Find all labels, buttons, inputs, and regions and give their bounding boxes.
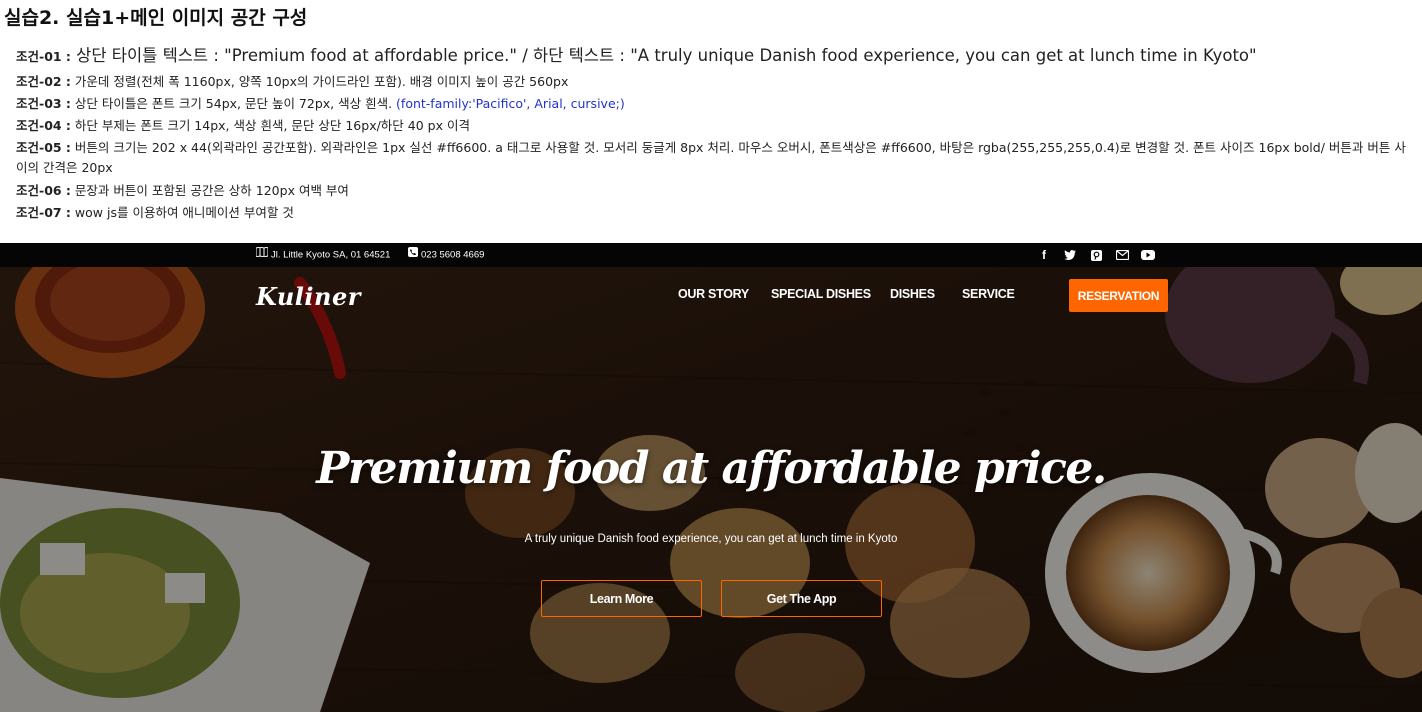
reservation-button[interactable]: RESERVATION — [1069, 279, 1168, 312]
condition-04: 조건-04 : 하단 부제는 폰트 크기 14px, 색상 흰색, 문단 상단 … — [16, 115, 1411, 137]
condition-text: 문장과 버튼이 포함된 공간은 상하 120px 여백 부여 — [70, 183, 349, 198]
address-info: Jl. Little Kyoto SA, 01 64521 — [255, 243, 391, 267]
condition-label: 조건-02 : — [16, 74, 71, 89]
phone-text: 023 5608 4669 — [421, 249, 485, 261]
address-text: Jl. Little Kyoto SA, 01 64521 — [271, 249, 391, 261]
condition-label: 조건-03 : — [16, 96, 71, 111]
hero-subtitle: A truly unique Danish food experience, y… — [524, 533, 898, 545]
social-links: f — [1031, 243, 1161, 267]
youtube-icon[interactable] — [1135, 250, 1161, 260]
condition-label: 조건-06 : — [16, 183, 71, 198]
condition-text: wow js를 이용하여 애니메이션 부여할 것 — [70, 205, 294, 220]
condition-text: 가운데 정렬(전체 폭 1160px, 양쪽 10px의 가이드라인 포함). … — [70, 74, 569, 89]
condition-text: 버튼의 크기는 202 x 44(외곽라인 공간포함). 외곽라인은 1px 실… — [16, 140, 1406, 175]
nav-dishes[interactable]: DISHES — [890, 287, 935, 301]
nav-our-story[interactable]: OUR STORY — [678, 287, 749, 301]
site-logo[interactable]: Kuliner — [256, 282, 361, 311]
condition-text: 상단 타이틀은 폰트 크기 54px, 문단 높이 72px, 색상 흰색. — [70, 96, 397, 111]
hero-title: Premium food at affordable price. — [316, 443, 1107, 494]
condition-03: 조건-03 : 상단 타이틀은 폰트 크기 54px, 문단 높이 72px, … — [16, 93, 1411, 115]
top-info-bar — [0, 243, 1422, 267]
conditions-list: 조건-01 : 상단 타이틀 텍스트 : "Premium food at af… — [16, 44, 1411, 224]
condition-06: 조건-06 : 문장과 버튼이 포함된 공간은 상하 120px 여백 부여 — [16, 180, 1411, 202]
phone-icon — [408, 243, 418, 267]
condition-01: 조건-01 : 상단 타이틀 텍스트 : "Premium food at af… — [16, 44, 1411, 69]
condition-02: 조건-02 : 가운데 정렬(전체 폭 1160px, 양쪽 10px의 가이드… — [16, 71, 1411, 93]
font-family-note: (font-family:'Pacifico', Arial, cursive;… — [396, 96, 625, 111]
phone-info: 023 5608 4669 — [408, 243, 484, 267]
mail-icon[interactable] — [1109, 250, 1135, 260]
condition-05: 조건-05 : 버튼의 크기는 202 x 44(외곽라인 공간포함). 외곽라… — [16, 138, 1411, 178]
pinterest-icon[interactable] — [1083, 249, 1109, 261]
nav-special-dishes[interactable]: SPECIAL DISHES — [771, 287, 871, 301]
condition-label: 조건-07 : — [16, 205, 71, 220]
hero-section: Jl. Little Kyoto SA, 01 64521 023 5608 4… — [0, 243, 1422, 712]
map-icon — [255, 243, 269, 267]
assignment-title: 실습2. 실습1+메인 이미지 공간 구성 — [4, 7, 308, 29]
get-the-app-button[interactable]: Get The App — [721, 580, 882, 617]
condition-label: 조건-05 : — [16, 140, 71, 155]
twitter-icon[interactable] — [1057, 250, 1083, 260]
nav-service[interactable]: SERVICE — [962, 287, 1015, 301]
condition-label: 조건-04 : — [16, 118, 71, 133]
facebook-icon[interactable]: f — [1031, 248, 1057, 262]
condition-07: 조건-07 : wow js를 이용하여 애니메이션 부여할 것 — [16, 202, 1411, 224]
condition-label: 조건-01 : — [16, 49, 71, 64]
condition-text: 상단 타이틀 텍스트 : "Premium food at affordable… — [70, 46, 1257, 65]
learn-more-button[interactable]: Learn More — [541, 580, 702, 617]
condition-text: 하단 부제는 폰트 크기 14px, 색상 흰색, 문단 상단 16px/하단 … — [70, 118, 470, 133]
